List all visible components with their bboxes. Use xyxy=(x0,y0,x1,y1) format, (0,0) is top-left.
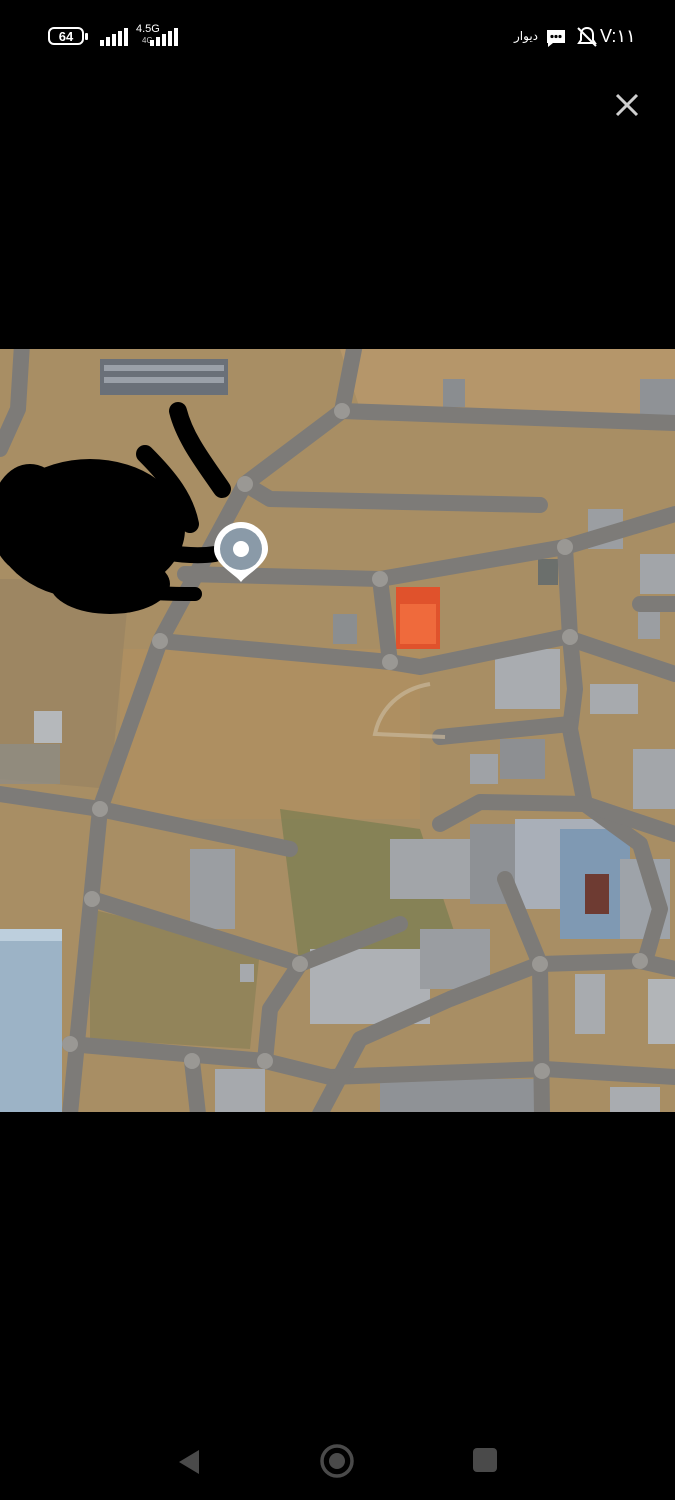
close-icon[interactable] xyxy=(611,89,643,121)
status-bar: 64 4.5G 4G دیوار V:۱۱ xyxy=(0,0,675,76)
navigation-bar xyxy=(0,1420,675,1500)
back-icon[interactable] xyxy=(175,1448,203,1476)
recents-icon[interactable] xyxy=(472,1447,498,1473)
map-image[interactable] xyxy=(0,349,675,1112)
clock: V:۱۱ xyxy=(600,26,636,46)
signal-strength-icon xyxy=(100,28,128,46)
battery-level: 64 xyxy=(58,28,74,44)
battery-indicator: 64 xyxy=(48,27,88,45)
signal-strength-icon-2 xyxy=(150,28,178,46)
home-icon[interactable] xyxy=(318,1442,356,1480)
large-blue-roof xyxy=(0,929,62,1112)
message-icon xyxy=(547,30,565,47)
notifications-muted-icon xyxy=(577,26,597,47)
satellite-map xyxy=(0,349,675,1112)
notification-app-name: دیوار xyxy=(514,29,539,43)
